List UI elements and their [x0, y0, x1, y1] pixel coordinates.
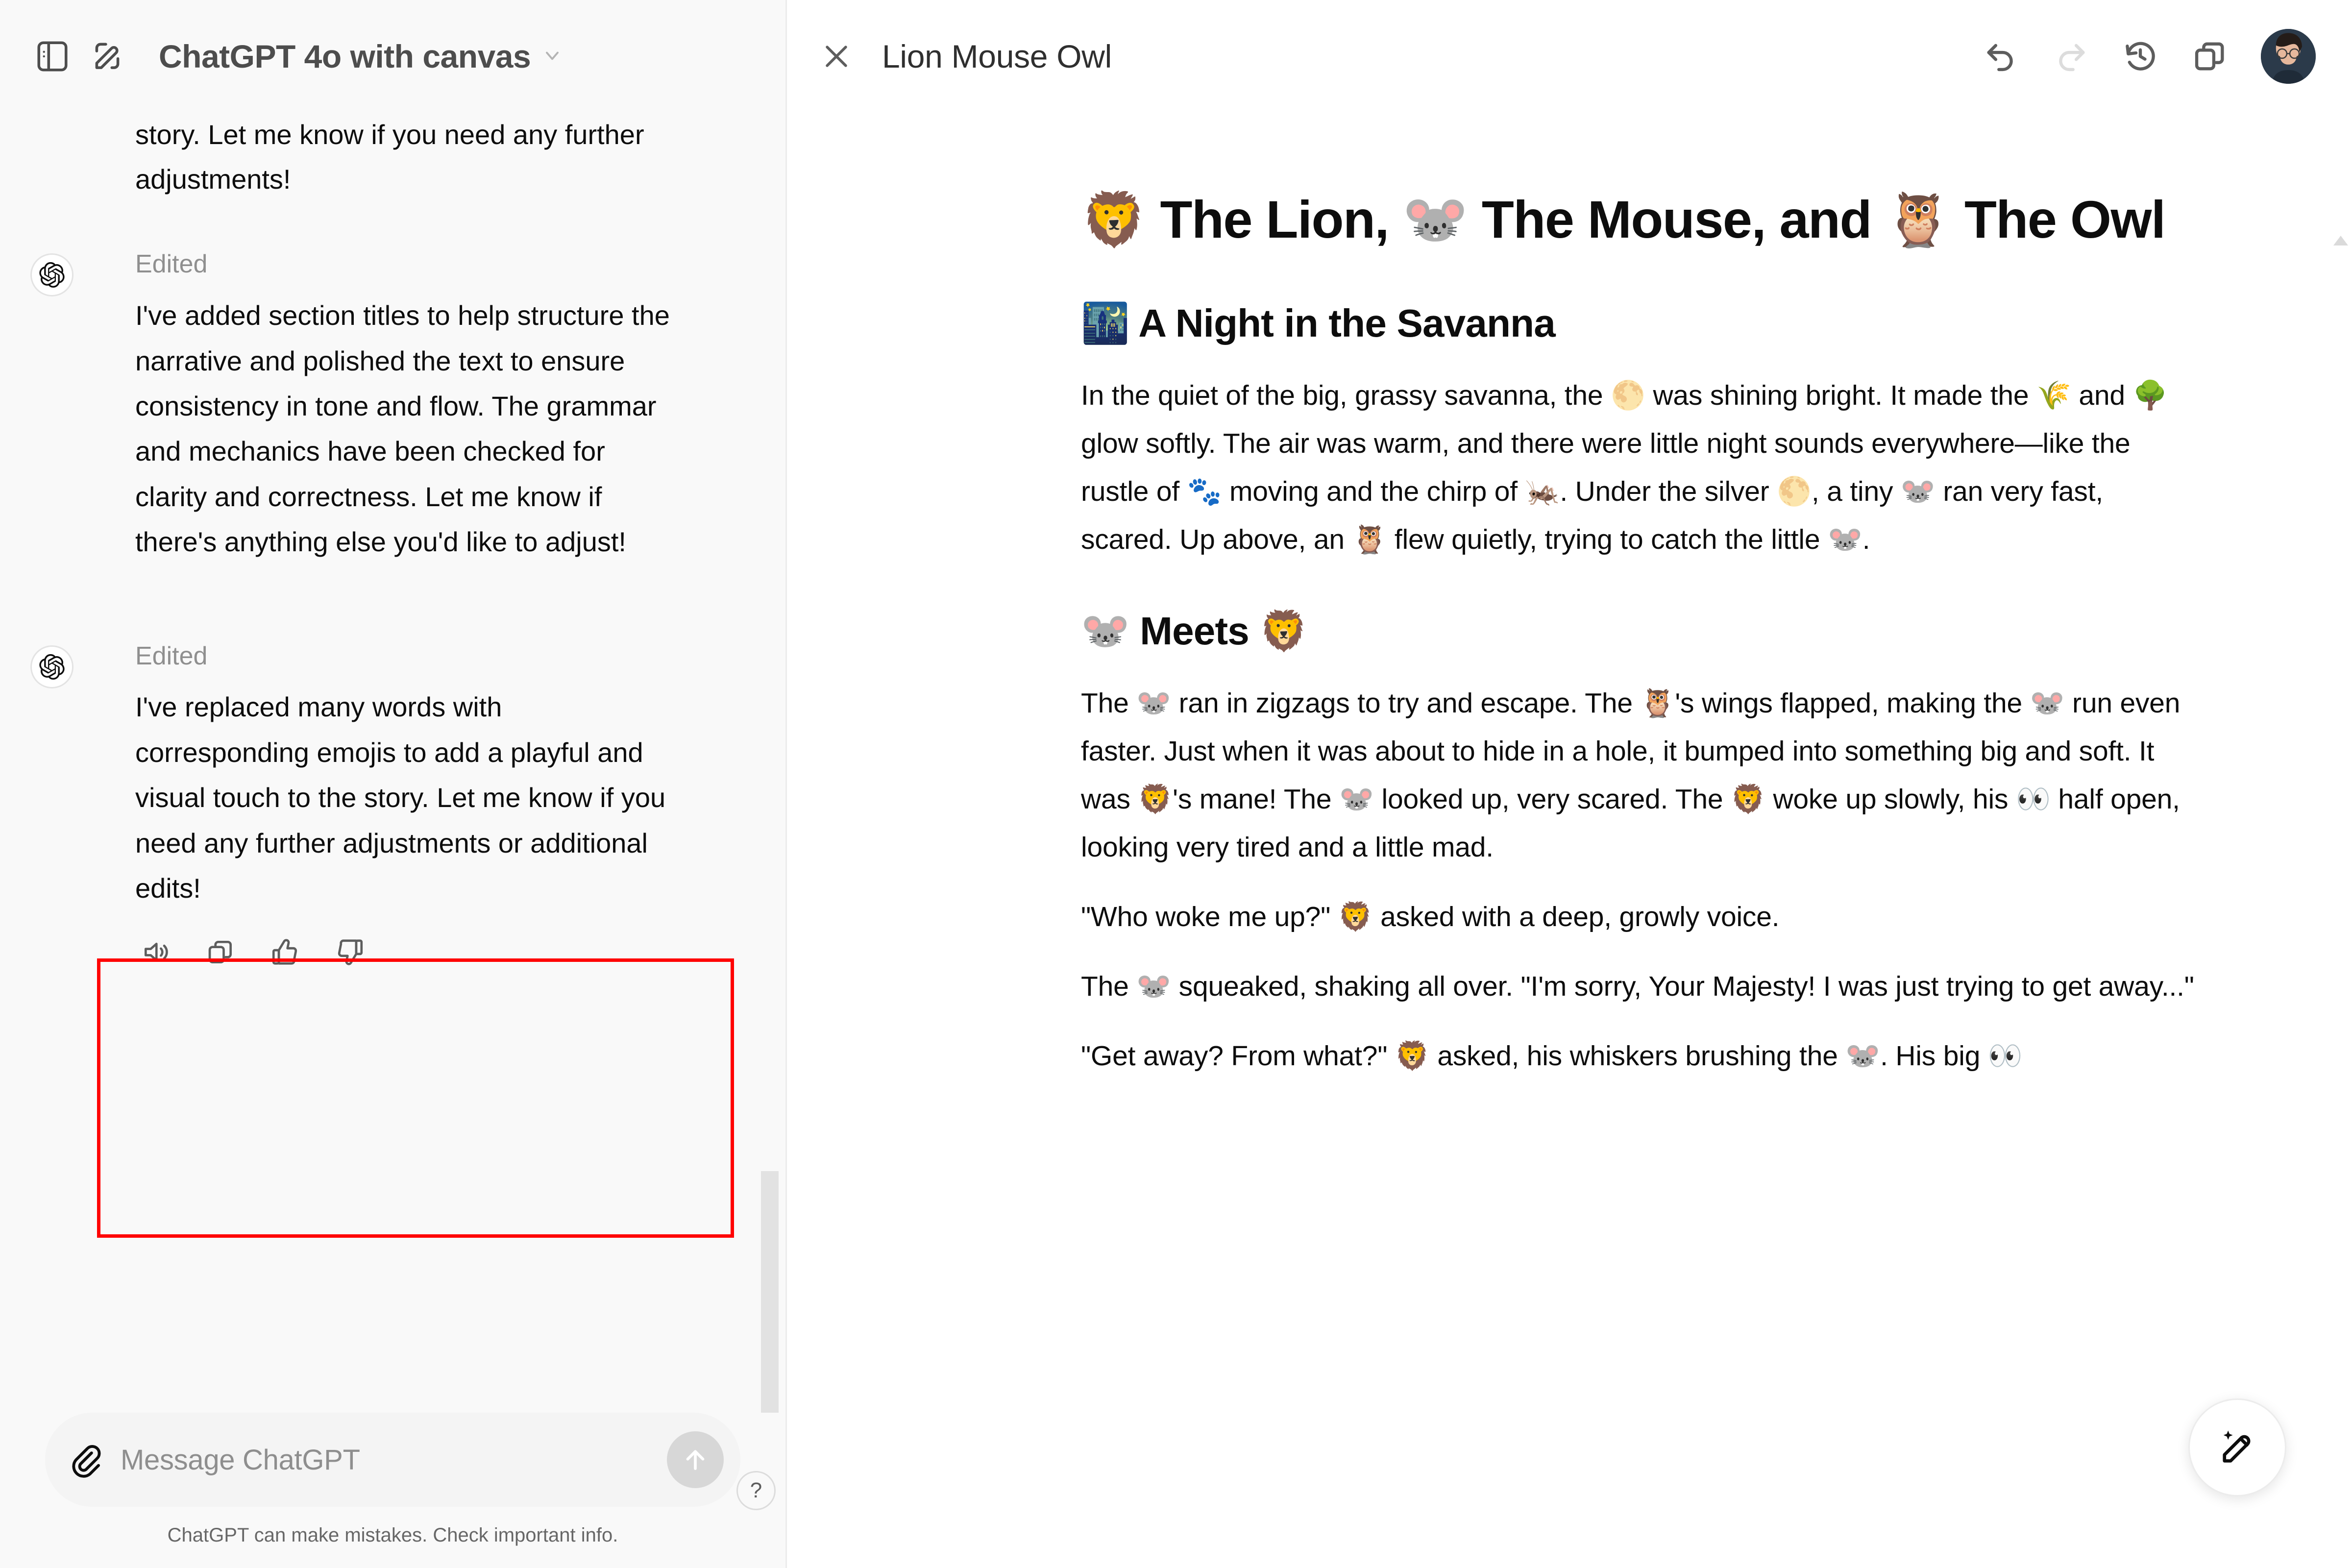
message-input[interactable]: Message ChatGPT — [121, 1444, 649, 1476]
document-paragraph: "Who woke me up?" 🦁 asked with a deep, g… — [1081, 901, 1780, 933]
assistant-message-highlighted: Edited I've replaced many words with cor… — [0, 638, 702, 971]
message-tail: story. Let me know if you need any furth… — [0, 113, 702, 201]
copy-icon[interactable] — [202, 933, 239, 971]
message-tail-text: story. Let me know if you need any furth… — [135, 119, 644, 195]
message-list: story. Let me know if you need any furth… — [0, 113, 785, 971]
assistant-message-text: I've replaced many words with correspond… — [135, 691, 666, 904]
edited-badge: Edited — [135, 250, 208, 279]
openai-logo-icon — [30, 645, 74, 688]
chat-panel: ChatGPT 4o with canvas story. Let me kno… — [0, 0, 787, 1568]
assistant-message-body: Edited I've replaced many words with cor… — [135, 638, 673, 971]
document-paragraph: The 🐭 squeaked, shaking all over. "I'm s… — [1081, 971, 2194, 1003]
undo-icon[interactable] — [1983, 38, 2020, 75]
annotation-highlight-box — [97, 958, 734, 1238]
thumbs-down-icon[interactable] — [331, 933, 368, 971]
redo-icon[interactable] — [2052, 38, 2089, 75]
canvas-document-scroll-area[interactable]: 🦁 The Lion, 🐭 The Mouse, and 🦉 The Owl 🌃… — [787, 113, 2352, 1568]
edited-badge: Edited — [135, 641, 208, 670]
new-chat-icon[interactable] — [89, 38, 125, 74]
message-composer[interactable]: Message ChatGPT — [45, 1413, 740, 1507]
canvas-document-title[interactable]: Lion Mouse Owl — [882, 38, 1112, 75]
document-title: 🦁 The Lion, 🐭 The Mouse, and 🦉 The Owl — [1081, 190, 2166, 249]
canvas-header: Lion Mouse Owl — [787, 0, 2352, 113]
magic-pencil-icon[interactable] — [2188, 1398, 2286, 1496]
message-action-bar — [135, 933, 673, 971]
canvas-scroll-up-arrow-icon[interactable] — [2332, 229, 2349, 252]
send-button[interactable] — [667, 1431, 724, 1488]
canvas-header-actions — [1983, 29, 2316, 84]
thumbs-up-icon[interactable] — [267, 933, 304, 971]
chat-scrollbar-thumb[interactable] — [761, 1171, 779, 1413]
openai-logo-icon — [30, 253, 74, 297]
chat-message-scroll-area[interactable]: story. Let me know if you need any furth… — [0, 113, 785, 1413]
chevron-down-icon — [541, 45, 563, 69]
assistant-avatar-column — [0, 638, 135, 971]
document-paragraph: "Get away? From what?" 🦁 asked, his whis… — [1081, 1040, 2023, 1072]
chat-header: ChatGPT 4o with canvas — [0, 0, 785, 113]
canvas-scrollbar[interactable] — [2332, 229, 2349, 1568]
assistant-message: Edited I've added section titles to help… — [0, 246, 702, 564]
chat-scrollbar[interactable] — [761, 1171, 779, 1413]
copy-icon[interactable] — [2191, 38, 2229, 75]
help-button[interactable]: ? — [736, 1471, 776, 1510]
model-name-label: ChatGPT 4o with canvas — [159, 38, 531, 74]
user-avatar[interactable] — [2261, 29, 2316, 84]
composer-area: Message ChatGPT ChatGPT can make mistake… — [0, 1413, 785, 1568]
document-paragraph: The 🐭 ran in zigzags to try and escape. … — [1081, 687, 2180, 863]
read-aloud-icon[interactable] — [137, 933, 174, 971]
section-heading: 🌃 A Night in the Savanna — [1081, 301, 1556, 345]
canvas-document[interactable]: 🦁 The Lion, 🐭 The Mouse, and 🦉 The Owl 🌃… — [1081, 113, 2198, 1080]
paperclip-icon[interactable] — [67, 1442, 103, 1478]
section-heading: 🐭 Meets 🦁 — [1081, 609, 1308, 653]
sidebar-toggle-icon[interactable] — [34, 38, 71, 74]
canvas-panel: Lion Mouse Owl 🦁 The Lion, 🐭 The Mouse, … — [787, 0, 2352, 1568]
disclaimer-text: ChatGPT can make mistakes. Check importa… — [167, 1524, 618, 1546]
version-history-icon[interactable] — [2122, 38, 2159, 75]
assistant-message-text: I've added section titles to help struct… — [135, 300, 670, 558]
assistant-message-body: Edited I've added section titles to help… — [135, 246, 673, 564]
close-icon[interactable] — [819, 39, 854, 74]
assistant-avatar-column — [0, 246, 135, 564]
chatgpt-canvas-window: ChatGPT 4o with canvas story. Let me kno… — [0, 0, 2352, 1568]
model-selector[interactable]: ChatGPT 4o with canvas — [155, 31, 574, 82]
document-paragraph: In the quiet of the big, grassy savanna,… — [1081, 380, 2168, 556]
